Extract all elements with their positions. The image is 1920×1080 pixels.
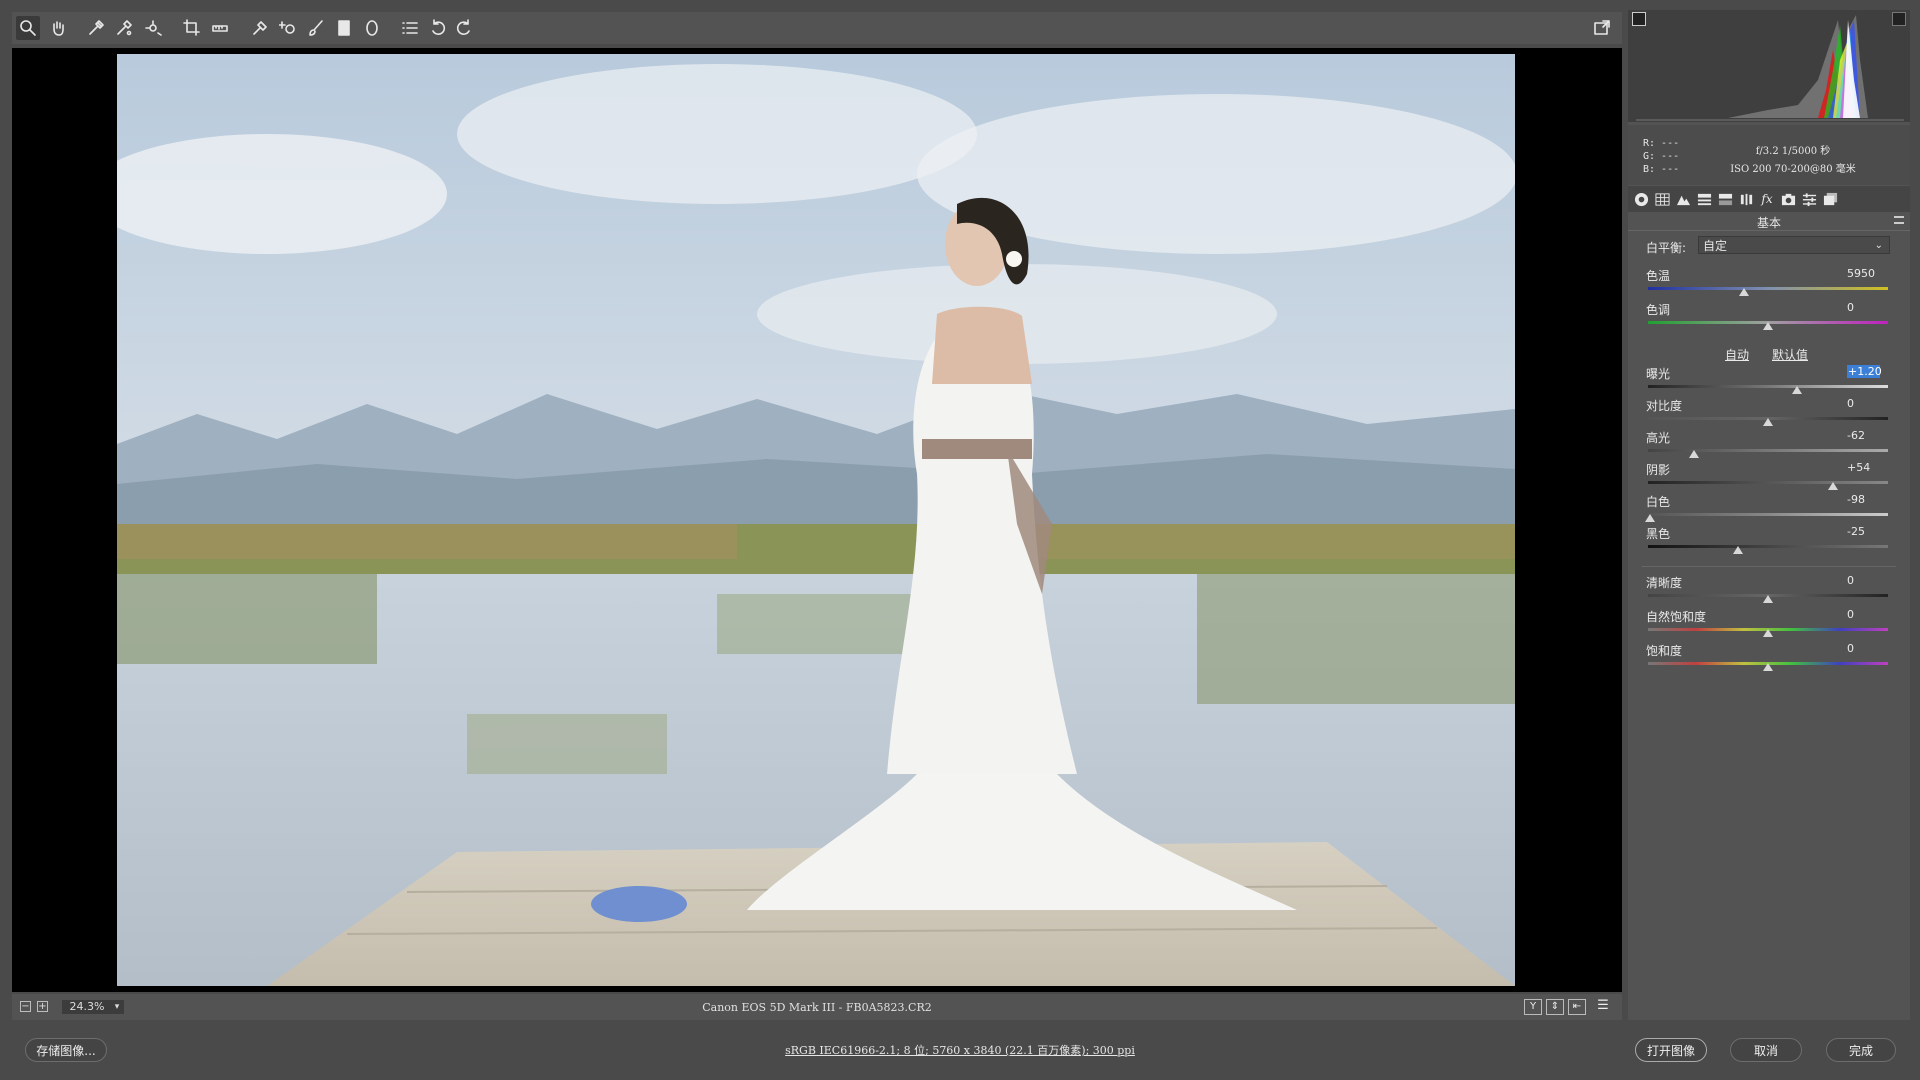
adjustment-brush-icon[interactable]	[304, 16, 328, 40]
white-balance-value: 自定	[1703, 239, 1728, 253]
exposure-thumb[interactable]	[1791, 386, 1802, 394]
swap-settings-icon[interactable]: ⇕	[1546, 999, 1564, 1015]
temperature-label: 色温	[1646, 269, 1671, 283]
straighten-icon[interactable]	[208, 16, 232, 40]
saturation-value[interactable]: 0	[1847, 642, 1887, 655]
tint-label: 色调	[1646, 303, 1671, 317]
target-adjustment-icon[interactable]	[142, 16, 166, 40]
whites-label: 白色	[1646, 495, 1671, 509]
vibrance-thumb[interactable]	[1763, 629, 1773, 637]
highlights-thumb[interactable]	[1688, 450, 1699, 458]
chevron-down-icon: ⌄	[1874, 240, 1883, 251]
eyedropper-icon[interactable]	[84, 16, 108, 40]
workflow-options-link[interactable]: sRGB IEC61966-2.1; 8 位; 5760 x 3840 (22.…	[0, 1042, 1920, 1058]
canvas-status-bar: − + 24.3% ▾ Canon EOS 5D Mark III - FB0A…	[12, 994, 1622, 1020]
camera-info: R: --- G: --- B: --- f/3.2 1/5000 秒 ISO …	[1628, 125, 1910, 185]
temperature-value[interactable]: 5950	[1847, 267, 1887, 280]
clarity-label: 清晰度	[1646, 576, 1683, 590]
tab-snapshots-icon[interactable]	[1822, 191, 1838, 207]
tab-camera-calibration-icon[interactable]	[1780, 191, 1796, 207]
auto-link[interactable]: 自动	[1725, 346, 1749, 363]
presets-list-icon[interactable]	[398, 16, 422, 40]
red-readout: R: ---	[1643, 138, 1680, 149]
divider	[1642, 566, 1896, 567]
iso-lens: ISO 200 70-200@80 毫米	[1730, 164, 1856, 175]
section-title: 基本	[1628, 214, 1910, 231]
whites-thumb[interactable]	[1645, 514, 1656, 522]
done-button[interactable]: 完成	[1826, 1038, 1896, 1062]
radial-filter-icon[interactable]	[360, 16, 384, 40]
histogram-graph	[1636, 15, 1904, 121]
tab-hsl-icon[interactable]	[1696, 191, 1712, 207]
tint-thumb[interactable]	[1763, 322, 1773, 330]
toolbar	[12, 12, 1622, 44]
before-after-toggle-icon[interactable]: Y	[1524, 999, 1542, 1015]
tab-lens-corrections-icon[interactable]	[1738, 191, 1754, 207]
zoom-icon[interactable]	[16, 16, 40, 40]
default-link[interactable]: 默认值	[1772, 346, 1808, 363]
blacks-thumb[interactable]	[1733, 546, 1743, 554]
saturation-label: 饱和度	[1646, 644, 1683, 658]
preview-settings-icon[interactable]: ☰	[1594, 999, 1612, 1015]
cancel-button[interactable]: 取消	[1730, 1038, 1802, 1062]
panel-menu-icon[interactable]	[1894, 216, 1904, 224]
tab-tone-curve-grid-icon[interactable]	[1654, 191, 1670, 207]
exposure-track[interactable]	[1648, 385, 1888, 388]
temperature-track[interactable]	[1648, 287, 1888, 290]
contrast-label: 对比度	[1646, 399, 1683, 413]
highlights-track[interactable]	[1648, 449, 1888, 452]
aperture-shutter: f/3.2 1/5000 秒	[1755, 146, 1831, 157]
vibrance-value[interactable]: 0	[1847, 608, 1887, 621]
file-name: Canon EOS 5D Mark III - FB0A5823.CR2	[702, 1001, 932, 1014]
contrast-thumb[interactable]	[1763, 418, 1773, 426]
blue-readout: B: ---	[1643, 164, 1680, 175]
color-sampler-icon[interactable]	[112, 16, 136, 40]
shadows-thumb[interactable]	[1827, 482, 1838, 490]
panel-tabs: fx	[1628, 186, 1910, 212]
blacks-value[interactable]: -25	[1847, 525, 1887, 538]
shadows-track[interactable]	[1648, 481, 1888, 484]
copy-settings-icon[interactable]: ⇤	[1568, 999, 1586, 1015]
contrast-value[interactable]: 0	[1847, 397, 1887, 410]
graduated-filter-icon[interactable]	[332, 16, 356, 40]
rotate-cw-icon[interactable]	[452, 16, 476, 40]
tab-basic-aperture-icon[interactable]	[1633, 191, 1649, 207]
blacks-label: 黑色	[1646, 527, 1671, 541]
spot-removal-icon[interactable]	[248, 16, 272, 40]
shadows-label: 阴影	[1646, 463, 1671, 477]
whites-track[interactable]	[1648, 513, 1888, 516]
shadows-value[interactable]: +54	[1847, 461, 1887, 474]
exposure-label: 曝光	[1646, 367, 1671, 381]
clarity-thumb[interactable]	[1763, 595, 1773, 603]
rotate-ccw-icon[interactable]	[426, 16, 450, 40]
tab-presets-sliders-icon[interactable]	[1801, 191, 1817, 207]
crop-icon[interactable]	[180, 16, 204, 40]
tint-value[interactable]: 0	[1847, 301, 1887, 314]
tab-split-toning-icon[interactable]	[1717, 191, 1733, 207]
fullscreen-icon[interactable]	[1590, 16, 1614, 40]
exposure-value[interactable]: +1.20	[1847, 365, 1882, 378]
green-readout: G: ---	[1643, 151, 1680, 162]
open-image-button[interactable]: 打开图像	[1635, 1038, 1707, 1062]
temperature-thumb[interactable]	[1739, 288, 1749, 296]
white-balance-select[interactable]: 自定 ⌄	[1698, 236, 1890, 254]
blacks-track[interactable]	[1648, 545, 1888, 548]
adjustment-panel: R: --- G: --- B: --- f/3.2 1/5000 秒 ISO …	[1628, 10, 1910, 1020]
bottom-bar: 存储图像... sRGB IEC61966-2.1; 8 位; 5760 x 3…	[0, 1022, 1920, 1080]
highlights-value[interactable]: -62	[1847, 429, 1887, 442]
histogram	[1628, 10, 1910, 122]
vibrance-label: 自然饱和度	[1646, 610, 1707, 624]
red-eye-icon[interactable]	[276, 16, 300, 40]
saturation-thumb[interactable]	[1763, 663, 1773, 671]
preview-photo	[117, 54, 1515, 986]
hand-icon[interactable]	[46, 16, 70, 40]
whites-value[interactable]: -98	[1847, 493, 1887, 506]
highlights-label: 高光	[1646, 431, 1671, 445]
clarity-value[interactable]: 0	[1847, 574, 1887, 587]
image-canvas[interactable]	[12, 48, 1622, 992]
tab-effects-fx-icon[interactable]: fx	[1759, 191, 1775, 207]
white-balance-label: 白平衡:	[1646, 241, 1687, 255]
tab-detail-mountain-icon[interactable]	[1675, 191, 1691, 207]
